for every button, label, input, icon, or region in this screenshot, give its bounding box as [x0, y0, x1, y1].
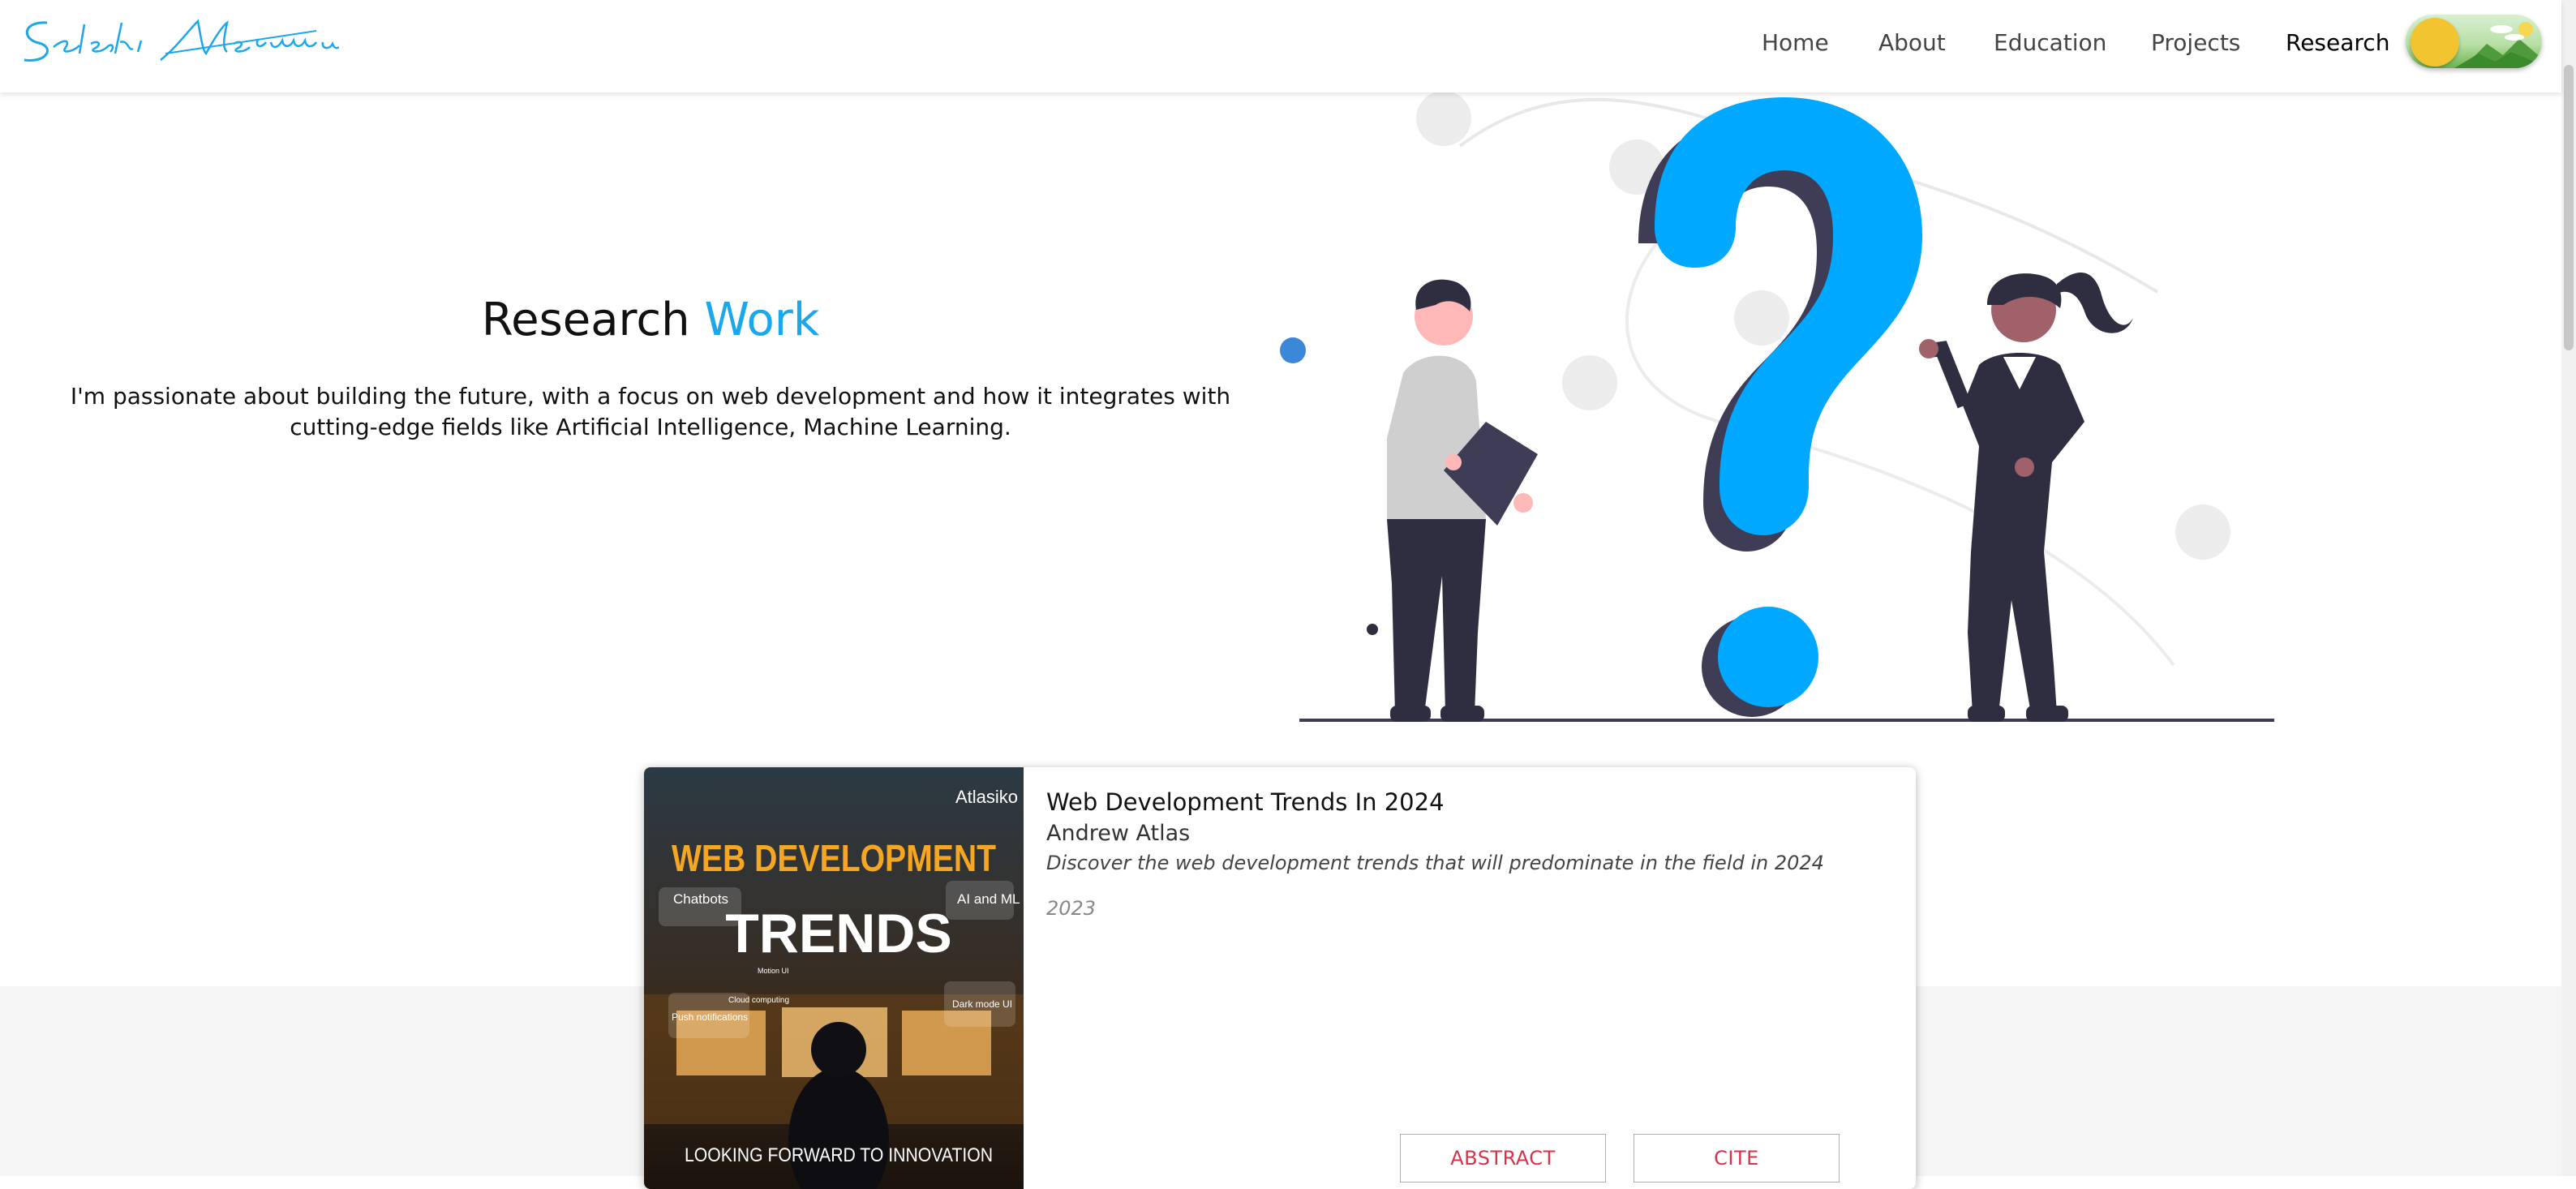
- nav-projects[interactable]: Projects: [2151, 29, 2240, 56]
- title-plain: Research: [481, 294, 690, 346]
- thumb-footer: LOOKING FORWARD TO INNOVATION: [685, 1144, 993, 1166]
- thumb-tag-push: Push notifications: [672, 1011, 748, 1023]
- site-header: Home About Education Projects Research: [0, 0, 2561, 92]
- card-title[interactable]: Web Development Trends In 2024: [1046, 788, 1445, 816]
- scrollbar-thumb[interactable]: [2564, 65, 2574, 350]
- thumb-brand: Atlasiko: [955, 787, 1018, 807]
- abstract-button[interactable]: ABSTRACT: [1400, 1134, 1606, 1183]
- nav-home[interactable]: Home: [1762, 29, 1829, 56]
- article-thumbnail[interactable]: Atlasiko WEB DEVELOPMENT TRENDS Chatbots…: [644, 767, 1024, 1189]
- thumb-headline-1: WEB DEVELOPMENT: [672, 837, 996, 879]
- nav-research[interactable]: Research: [2286, 29, 2389, 56]
- thumb-headline-2: TRENDS: [725, 903, 952, 964]
- card-description: Discover the web development trends that…: [1046, 852, 1824, 874]
- sun-knob-icon: [2411, 18, 2459, 67]
- nav-about[interactable]: About: [1878, 29, 1946, 56]
- card-author: Andrew Atlas: [1046, 821, 1191, 846]
- page-title: Research Work: [0, 294, 1301, 346]
- card-year: 2023: [1046, 897, 1097, 920]
- thumb-tag-ai: AI and ML: [957, 891, 1020, 907]
- research-card: Atlasiko WEB DEVELOPMENT TRENDS Chatbots…: [644, 767, 1916, 1189]
- nav-education[interactable]: Education: [1994, 29, 2106, 56]
- question-mark-illustration: [1280, 91, 2274, 722]
- cite-button[interactable]: CITE: [1634, 1134, 1840, 1183]
- thumb-tag-cloud: Cloud computing: [728, 996, 789, 1005]
- title-accent: Work: [704, 294, 820, 346]
- thumb-tag-chatbots: Chatbots: [673, 891, 728, 907]
- theme-toggle[interactable]: [2406, 15, 2542, 68]
- thumb-tag-dark: Dark mode UI: [952, 998, 1012, 1010]
- hero-description: I'm passionate about building the future…: [70, 383, 1231, 440]
- thumb-tag-motion: Motion UI: [758, 967, 789, 975]
- signature-logo[interactable]: [15, 6, 339, 70]
